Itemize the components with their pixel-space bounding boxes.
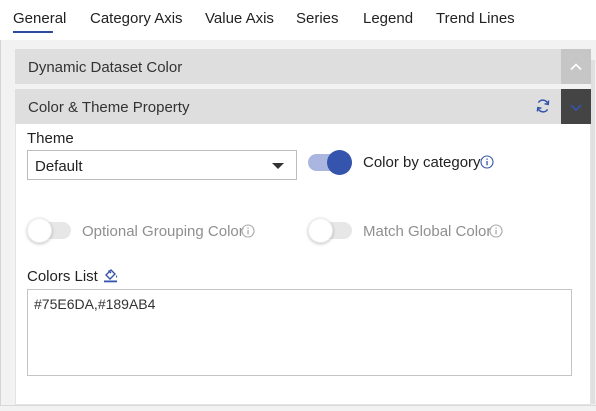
tab-legend[interactable]: Legend — [363, 10, 413, 27]
section-title: Dynamic Dataset Color — [28, 59, 183, 76]
collapse-button[interactable] — [561, 49, 591, 84]
tab-trend-lines[interactable]: Trend Lines — [436, 10, 515, 27]
tab-general[interactable]: General — [13, 10, 66, 27]
tab-series[interactable]: Series — [296, 10, 339, 27]
paint-bucket-icon[interactable] — [102, 266, 119, 283]
theme-label: Theme — [27, 130, 74, 147]
chevron-down-icon — [570, 103, 582, 111]
info-icon[interactable] — [489, 224, 503, 238]
section-dynamic-dataset-color[interactable]: Dynamic Dataset Color — [15, 49, 591, 84]
tab-bar: General Category Axis Value Axis Series … — [0, 0, 596, 40]
tab-value-axis[interactable]: Value Axis — [205, 10, 274, 27]
caret-down-icon — [272, 163, 284, 169]
panel-scrollbar[interactable] — [591, 60, 595, 404]
match-global-color-label: Match Global Color — [363, 223, 492, 240]
toggle-knob — [308, 218, 333, 243]
match-global-color-toggle[interactable] — [308, 218, 354, 243]
expand-button[interactable] — [561, 89, 591, 124]
section-title: Color & Theme Property — [28, 99, 190, 116]
optional-grouping-color-toggle[interactable] — [27, 218, 73, 243]
panel-footer-strip — [0, 405, 596, 411]
refresh-icon[interactable] — [535, 98, 551, 114]
optional-grouping-color-label: Optional Grouping Color — [82, 223, 244, 240]
active-tab-indicator — [13, 31, 53, 33]
section-color-theme-property[interactable]: Color & Theme Property — [15, 89, 591, 124]
colors-list-textarea[interactable]: #75E6DA,#189AB4 — [27, 289, 572, 376]
toggle-knob — [327, 150, 352, 175]
theme-select[interactable]: Default — [27, 150, 297, 180]
tab-category-axis[interactable]: Category Axis — [90, 10, 183, 27]
info-icon[interactable] — [480, 155, 494, 169]
colors-list-label: Colors List — [27, 268, 98, 285]
theme-selected-value: Default — [35, 158, 83, 175]
color-by-category-label: Color by category — [363, 154, 481, 171]
toggle-knob — [27, 218, 52, 243]
color-by-category-toggle[interactable] — [308, 150, 354, 175]
chevron-up-icon — [570, 62, 582, 70]
info-icon[interactable] — [241, 224, 255, 238]
